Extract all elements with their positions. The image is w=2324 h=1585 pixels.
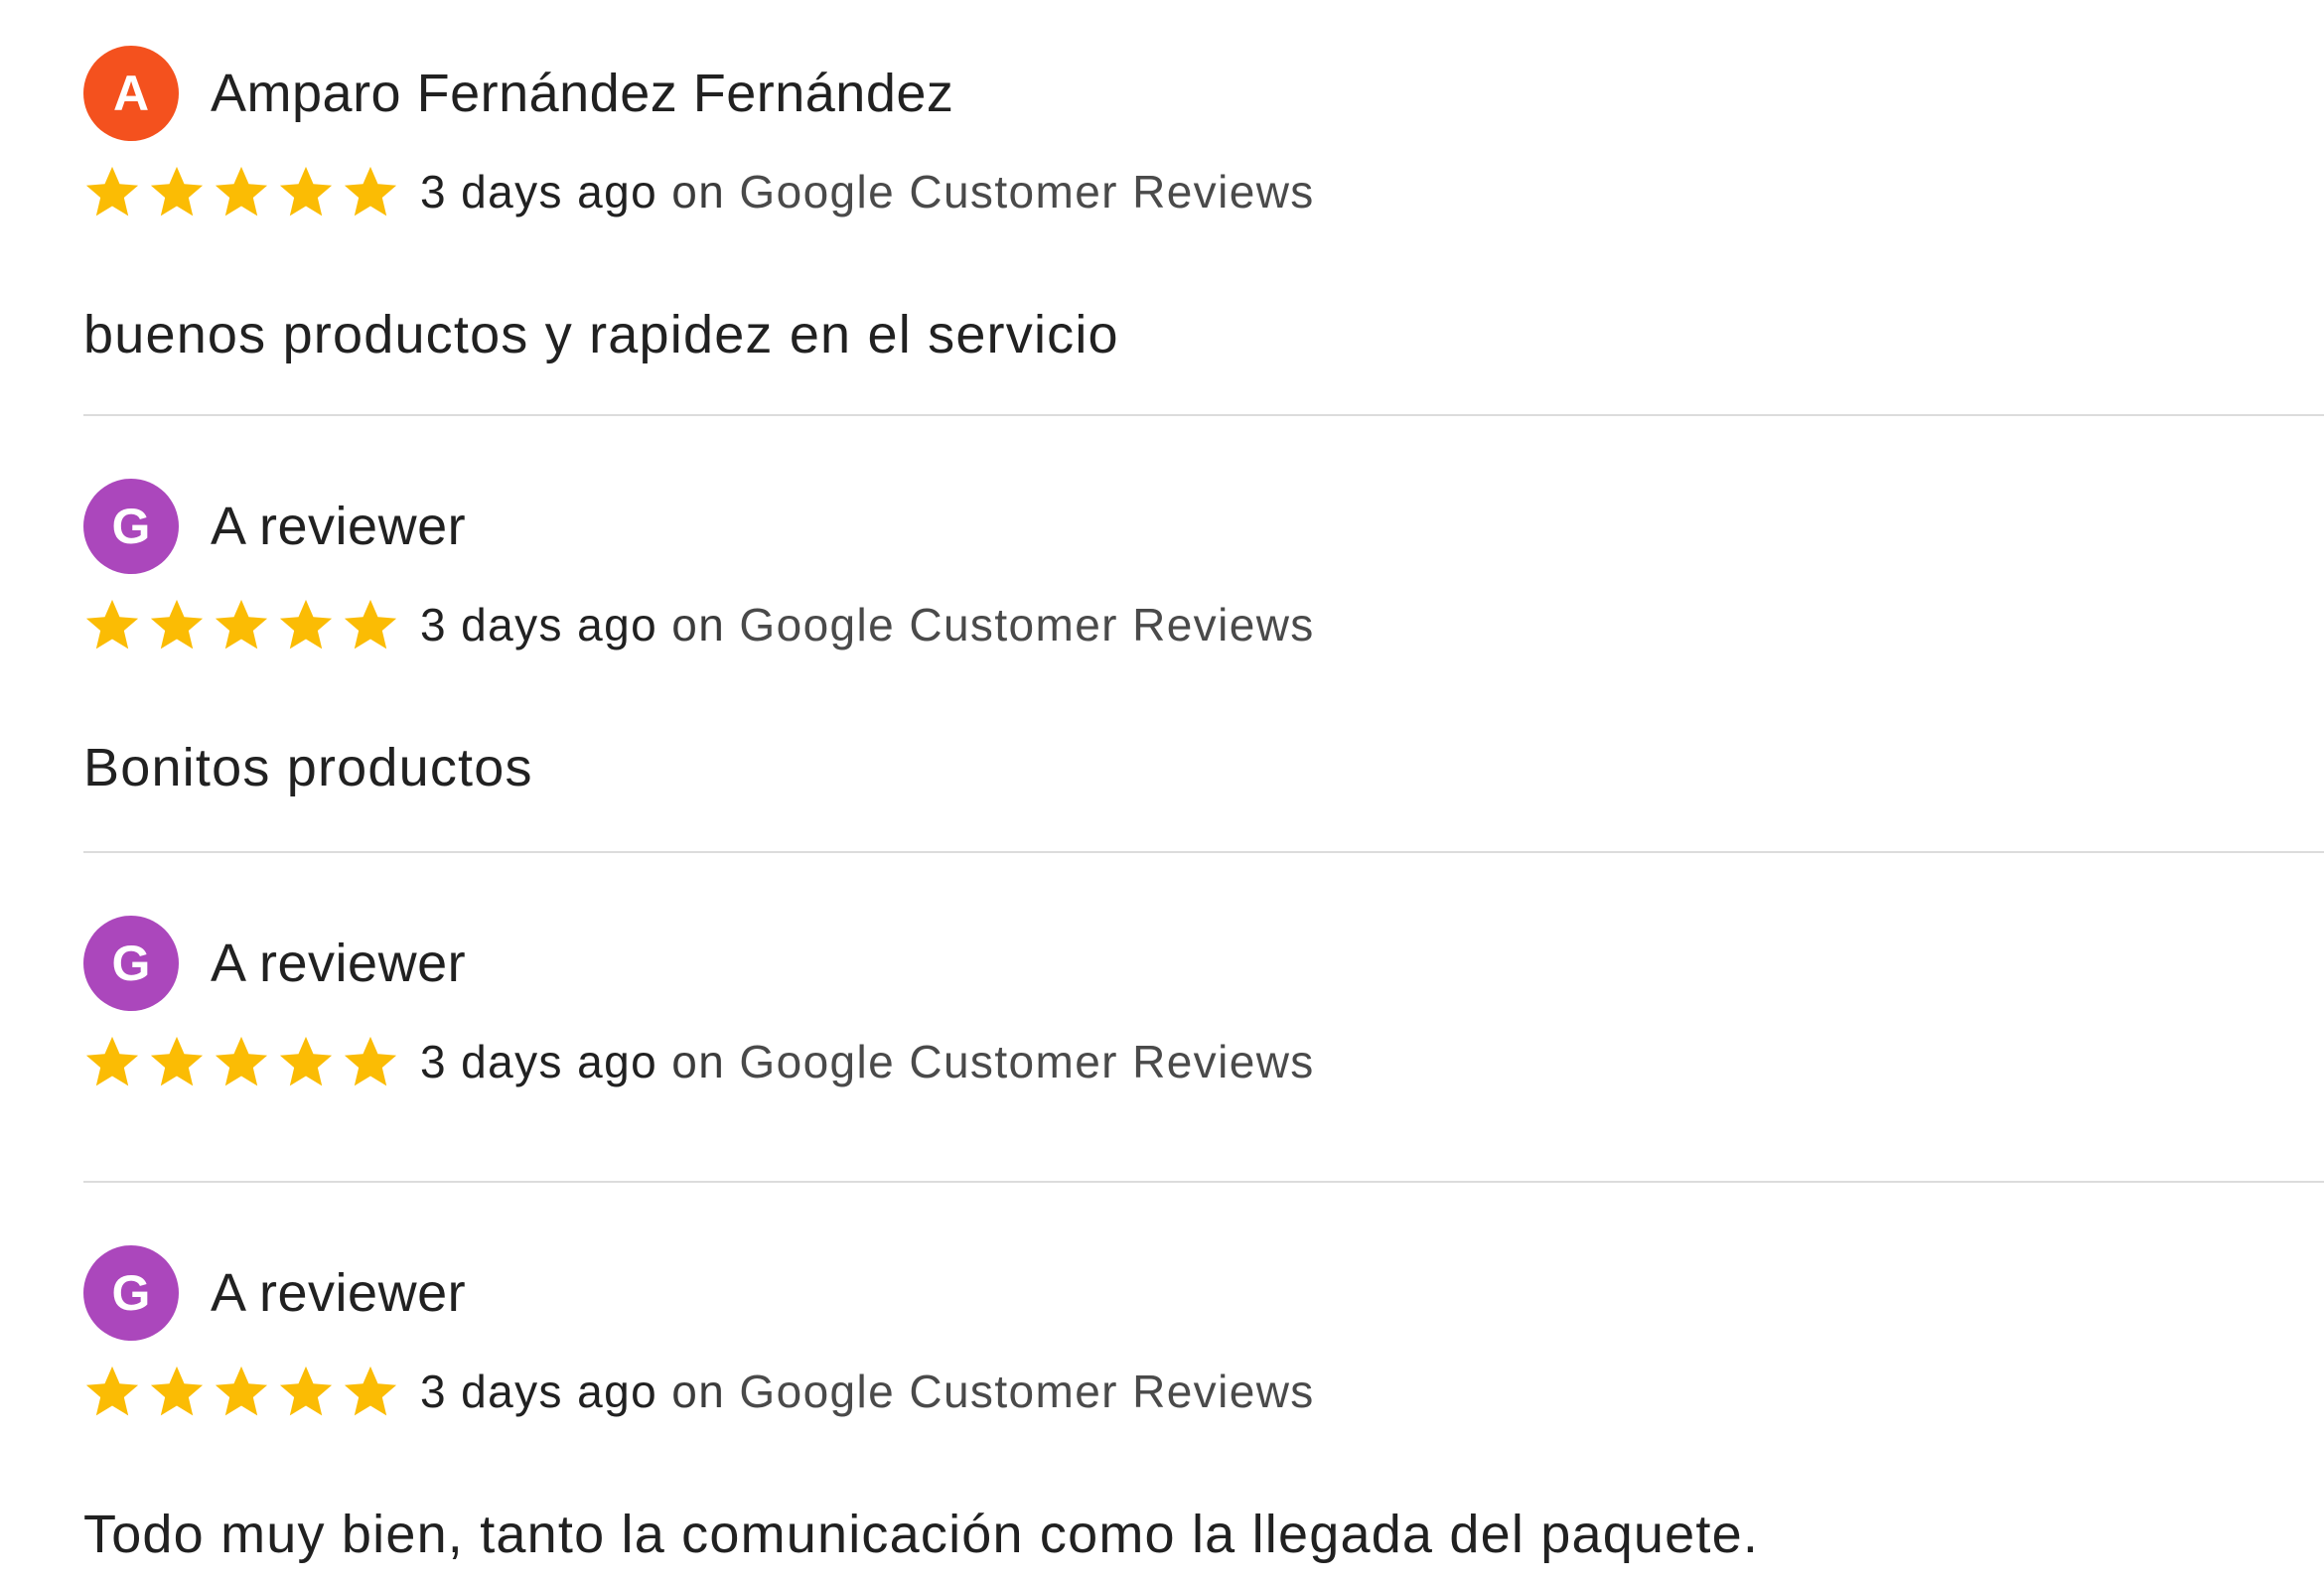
review-text: Bonitos productos	[83, 738, 533, 797]
source-prefix: on	[671, 166, 726, 217]
star-icon	[85, 599, 139, 649]
review-time: 3 days ago	[420, 599, 658, 650]
review-meta-text: 3 days ago on Google Customer Reviews	[420, 1365, 1315, 1418]
review-source: Google Customer Reviews	[739, 1366, 1315, 1417]
star-icon	[279, 1036, 333, 1086]
review-time: 3 days ago	[420, 1366, 658, 1417]
review-header: G A reviewer	[83, 916, 466, 1011]
review-source: Google Customer Reviews	[739, 166, 1315, 217]
review-text: Todo muy bien, tanto la comunicación com…	[83, 1505, 1760, 1564]
review-meta: 3 days ago on Google Customer Reviews	[83, 590, 1315, 659]
avatar: G	[83, 1245, 179, 1341]
star-icon	[215, 599, 268, 649]
star-icon	[150, 599, 204, 649]
star-icon	[344, 166, 397, 216]
star-icon	[279, 599, 333, 649]
review-meta-text: 3 days ago on Google Customer Reviews	[420, 165, 1315, 218]
star-icon	[279, 166, 333, 216]
star-rating	[83, 596, 406, 653]
star-icon	[150, 166, 204, 216]
reviewer-name: Amparo Fernández Fernández	[211, 64, 954, 123]
reviewer-name: A reviewer	[211, 1263, 467, 1323]
review-header: G A reviewer	[83, 1245, 466, 1341]
star-icon	[150, 1366, 204, 1416]
star-icon	[279, 1366, 333, 1416]
star-icon	[85, 166, 139, 216]
review-divider	[83, 414, 2324, 416]
avatar: A	[83, 46, 179, 141]
star-rating	[83, 1033, 406, 1090]
avatar: G	[83, 479, 179, 574]
reviewer-name: A reviewer	[211, 497, 467, 556]
star-icon	[215, 1036, 268, 1086]
star-icon	[344, 1366, 397, 1416]
review-header: G A reviewer	[83, 479, 466, 574]
reviewer-name: A reviewer	[211, 934, 467, 993]
review-header: A Amparo Fernández Fernández	[83, 46, 953, 141]
review-meta: 3 days ago on Google Customer Reviews	[83, 157, 1315, 226]
review-source: Google Customer Reviews	[739, 599, 1315, 650]
star-icon	[344, 1036, 397, 1086]
star-icon	[344, 599, 397, 649]
star-rating	[83, 163, 406, 220]
avatar: G	[83, 916, 179, 1011]
review-meta: 3 days ago on Google Customer Reviews	[83, 1357, 1315, 1426]
review-meta-text: 3 days ago on Google Customer Reviews	[420, 1035, 1315, 1088]
source-prefix: on	[671, 599, 726, 650]
source-prefix: on	[671, 1036, 726, 1087]
review-meta: 3 days ago on Google Customer Reviews	[83, 1027, 1315, 1096]
review-text: buenos productos y rapidez en el servici…	[83, 305, 1119, 364]
review-time: 3 days ago	[420, 1036, 658, 1087]
source-prefix: on	[671, 1366, 726, 1417]
star-rating	[83, 1363, 406, 1420]
star-icon	[215, 166, 268, 216]
star-icon	[85, 1366, 139, 1416]
review-meta-text: 3 days ago on Google Customer Reviews	[420, 598, 1315, 651]
review-divider	[83, 1181, 2324, 1183]
star-icon	[150, 1036, 204, 1086]
review-time: 3 days ago	[420, 166, 658, 217]
star-icon	[215, 1366, 268, 1416]
review-divider	[83, 851, 2324, 853]
review-source: Google Customer Reviews	[739, 1036, 1315, 1087]
star-icon	[85, 1036, 139, 1086]
